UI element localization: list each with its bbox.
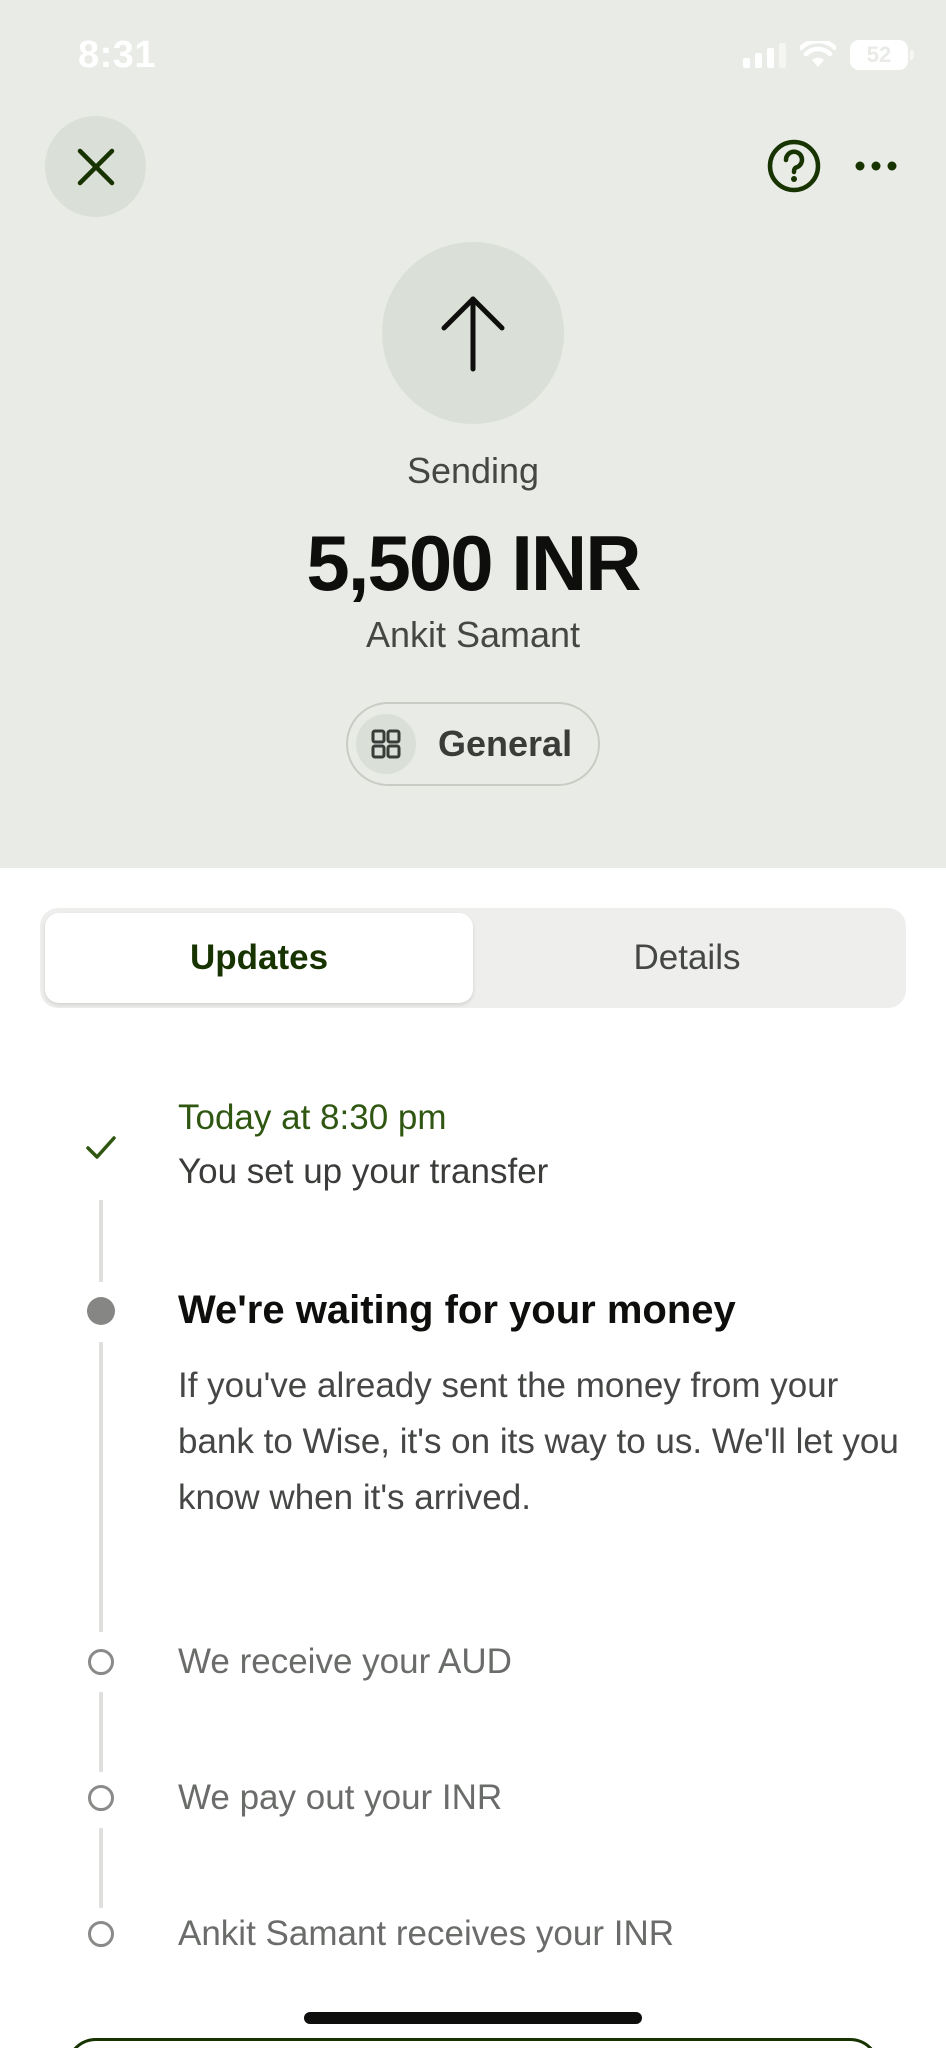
pending-step-dot	[88, 1649, 114, 1675]
more-dots-icon	[855, 161, 897, 171]
close-x-icon	[77, 148, 114, 185]
event-time: Today at 8:30 pm	[178, 1098, 447, 1137]
current-step-body: If you've already sent the money from yo…	[178, 1366, 899, 1517]
pending-step-text: We pay out your INR	[178, 1778, 503, 1817]
battery-level: 52	[866, 42, 892, 67]
timeline-connector	[99, 1342, 103, 1632]
pending-step-text: Ankit Samant receives your INR	[178, 1914, 675, 1953]
signal-icon	[743, 42, 786, 68]
help-button[interactable]	[766, 138, 822, 194]
timeline-connector	[99, 1692, 103, 1772]
battery-icon: 52	[850, 40, 914, 70]
tab-updates[interactable]: Updates	[45, 913, 473, 1003]
send-indicator	[382, 242, 564, 424]
bottom-action-button[interactable]	[66, 2038, 880, 2048]
category-chip[interactable]: General	[346, 702, 600, 786]
timeline-connector	[99, 1200, 103, 1282]
close-button[interactable]	[45, 116, 146, 217]
timeline-connector	[99, 1828, 103, 1908]
transfer-header: 8:31 52 Sending 5,500 INR Ankit Samant G…	[0, 0, 946, 868]
current-step-dot	[87, 1297, 115, 1325]
home-indicator	[304, 2012, 642, 2024]
recipient-name: Ankit Samant	[365, 614, 581, 655]
tab-bar: Updates Details	[40, 908, 906, 1008]
arrow-up-icon	[441, 296, 505, 372]
pending-step-dot	[88, 1921, 114, 1947]
transfer-screen: 8:31 52 Sending 5,500 INR Ankit Samant G…	[0, 0, 946, 2048]
event-text: You set up your transfer	[178, 1152, 549, 1191]
check-icon	[86, 1136, 116, 1159]
status-time: 8:31	[78, 34, 157, 76]
transfer-status-label: Sending	[406, 450, 540, 491]
tab-details[interactable]: Details	[473, 913, 901, 1003]
transfer-amount: 5,500 INR	[306, 519, 641, 607]
category-label: General	[438, 723, 573, 764]
question-circle-icon	[767, 139, 821, 193]
grid-icon	[356, 714, 416, 774]
current-step-heading: We're waiting for your money	[178, 1288, 736, 1332]
status-icons: 52	[743, 40, 914, 70]
more-options-button[interactable]	[848, 146, 904, 186]
pending-step-dot	[88, 1785, 114, 1811]
pending-step-text: We receive your AUD	[178, 1642, 512, 1681]
wifi-icon	[800, 41, 836, 67]
